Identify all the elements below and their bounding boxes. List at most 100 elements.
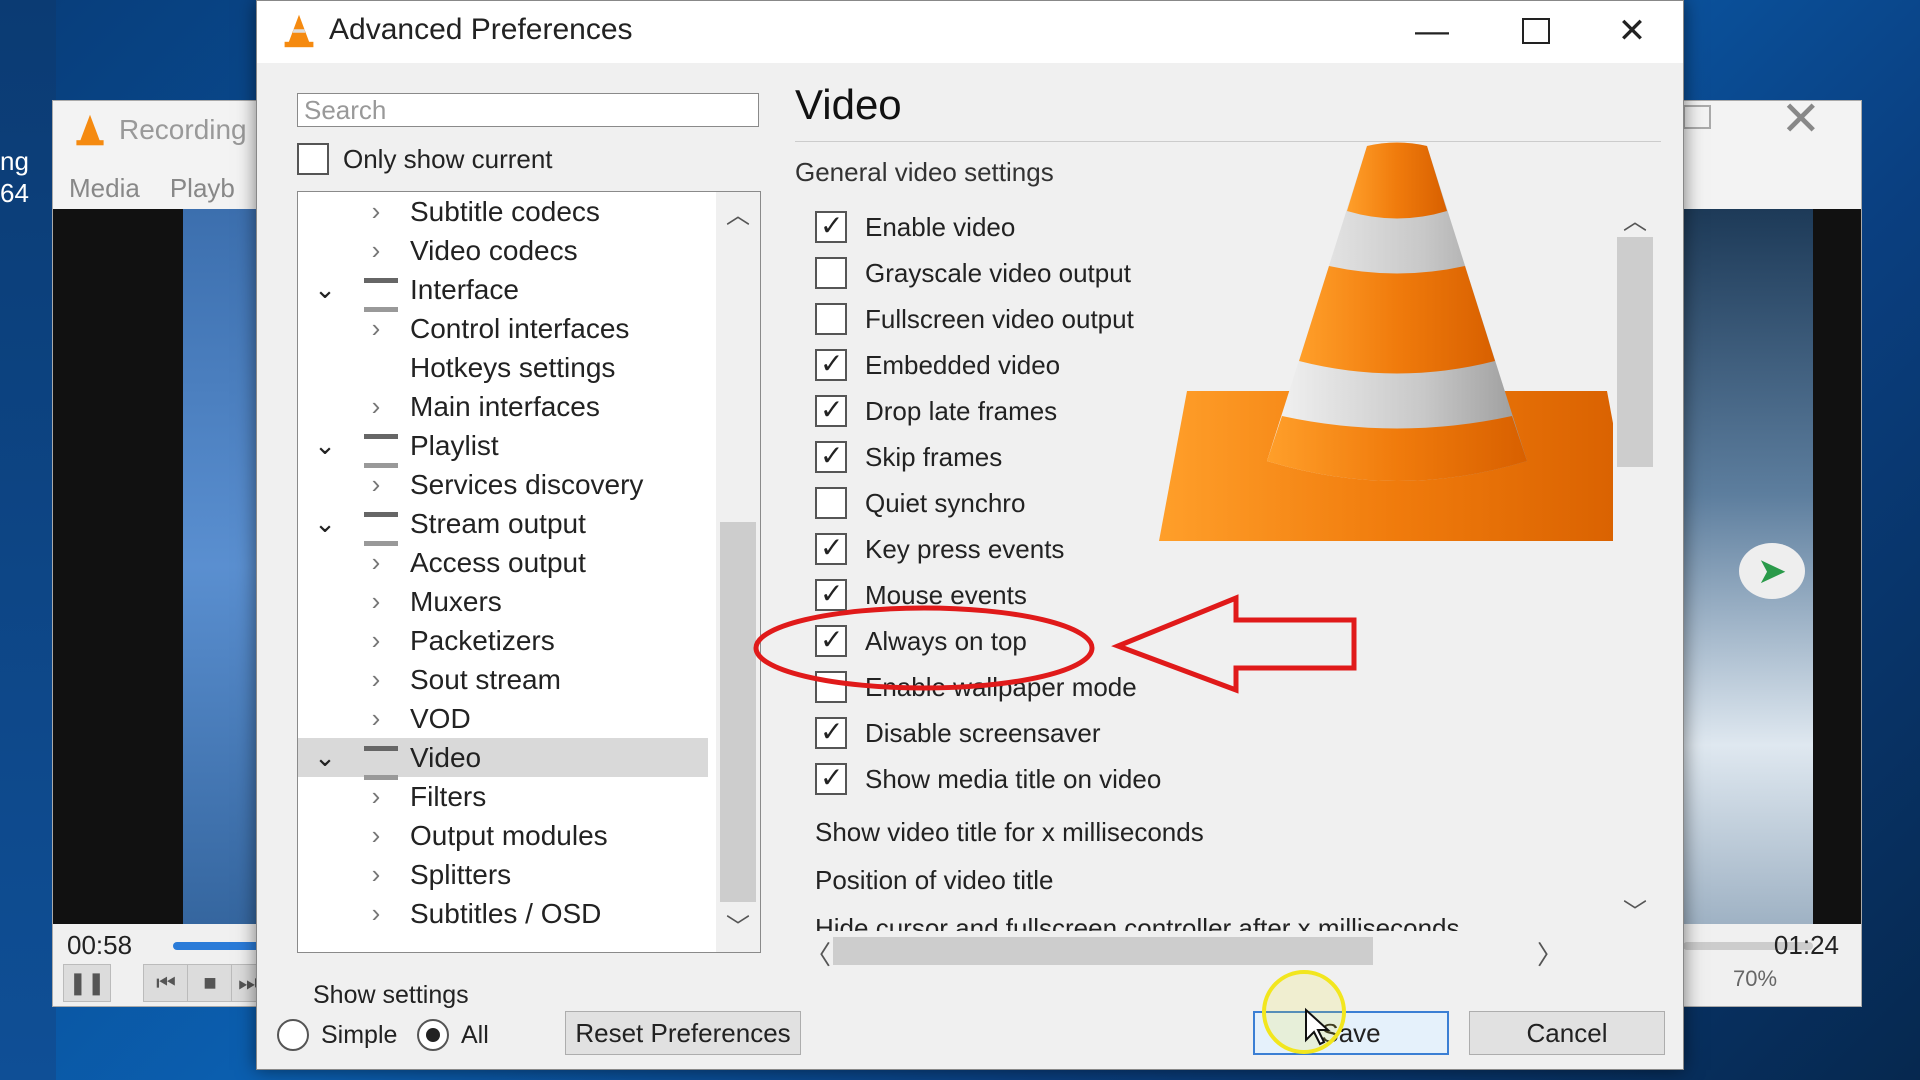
checkbox-box[interactable] [815, 623, 847, 657]
option-checkbox[interactable]: Quiet synchro [815, 487, 1025, 519]
player-volume[interactable]: 70% [1733, 966, 1777, 992]
horizontal-scrollbar-thumb[interactable] [833, 937, 1373, 965]
settings-vertical-scrollbar[interactable]: ︿ ﹀ [1613, 197, 1657, 931]
option-checkbox[interactable]: Mouse events [815, 577, 1027, 611]
chevron-right-icon[interactable]: › [364, 465, 388, 504]
tree-item[interactable]: › VOD [298, 699, 708, 738]
settings-horizontal-scrollbar[interactable]: 〈 〉 [795, 931, 1613, 971]
tree-item[interactable]: › Output modules [298, 816, 708, 855]
chevron-right-icon[interactable]: › [364, 621, 388, 660]
tree-item[interactable]: › Subtitle codecs [298, 192, 708, 231]
search-input[interactable]: Search [297, 93, 759, 127]
save-button[interactable]: Save [1253, 1011, 1449, 1055]
stop-icon[interactable]: ■ [187, 964, 233, 1002]
chevron-right-icon[interactable]: › [364, 543, 388, 582]
close-icon[interactable]: ✕ [1597, 5, 1667, 57]
player-maximize-icon[interactable] [1683, 105, 1711, 129]
chevron-down-icon[interactable]: ⌄ [310, 504, 340, 543]
checkbox-box[interactable] [815, 761, 847, 795]
maximize-icon[interactable] [1501, 5, 1571, 57]
desktop-edge-text-2: 64 [0, 178, 29, 208]
checkbox-box[interactable] [297, 143, 329, 175]
chevron-right-icon[interactable]: › [364, 582, 388, 621]
player-menu-playback[interactable]: Playb [170, 173, 235, 204]
tree-item[interactable]: › Main interfaces [298, 387, 708, 426]
tree-item[interactable]: › Muxers [298, 582, 708, 621]
tree-item[interactable]: › Video codecs [298, 231, 708, 270]
cancel-button[interactable]: Cancel [1469, 1011, 1665, 1055]
tree-item[interactable]: ⌄ Video [298, 738, 708, 780]
chevron-right-icon[interactable]: › [364, 309, 388, 348]
tree-scrollbar-thumb[interactable] [720, 522, 756, 902]
option-checkbox[interactable]: Skip frames [815, 439, 1002, 473]
option-checkbox[interactable]: Grayscale video output [815, 257, 1131, 289]
tree-item[interactable]: › Packetizers [298, 621, 708, 660]
tree-item[interactable]: › Filters [298, 777, 708, 816]
tree-item[interactable]: ⌄ Interface [298, 270, 708, 312]
checkbox-box[interactable] [815, 393, 847, 427]
chevron-right-icon[interactable]: › [364, 660, 388, 699]
checkbox-box[interactable] [815, 303, 847, 335]
option-checkbox[interactable]: Enable wallpaper mode [815, 671, 1137, 703]
chevron-right-icon[interactable]: › [364, 855, 388, 894]
checkbox-box[interactable] [815, 487, 847, 519]
chevron-right-icon[interactable]: › [364, 699, 388, 738]
radio-simple-button[interactable] [277, 1019, 309, 1051]
radio-all-button[interactable] [417, 1019, 449, 1051]
checkbox-box[interactable] [815, 715, 847, 749]
checkbox-box[interactable] [815, 439, 847, 473]
chevron-right-icon[interactable]: › [364, 894, 388, 933]
option-checkbox[interactable]: Drop late frames [815, 393, 1057, 427]
chevron-right-icon[interactable]: › [364, 387, 388, 426]
checkbox-box[interactable] [815, 209, 847, 243]
radio-simple[interactable]: Simple [277, 1019, 397, 1051]
player-menu-media[interactable]: Media [69, 173, 140, 204]
checkbox-box[interactable] [815, 257, 847, 289]
chevron-right-icon[interactable]: › [364, 231, 388, 270]
option-checkbox[interactable]: Key press events [815, 531, 1064, 565]
option-checkbox[interactable]: Disable screensaver [815, 715, 1101, 749]
tree-scrollbar[interactable]: ︿ ﹀ [716, 192, 760, 952]
tree-item[interactable]: › Splitters [298, 855, 708, 894]
checkbox-box[interactable] [815, 531, 847, 565]
settings-scrollbar-thumb[interactable] [1617, 237, 1653, 467]
scroll-right-icon[interactable]: 〉 [1537, 935, 1563, 972]
scroll-up-icon[interactable]: ︿ [1613, 201, 1657, 236]
reset-preferences-button[interactable]: Reset Preferences [565, 1011, 801, 1055]
option-checkbox[interactable]: Embedded video [815, 347, 1060, 381]
option-checkbox[interactable]: Enable video [815, 209, 1015, 243]
chevron-right-icon[interactable]: › [364, 777, 388, 816]
player-close-icon[interactable]: ✕ [1781, 91, 1821, 147]
scroll-up-icon[interactable]: ︿ [716, 196, 760, 236]
option-checkbox[interactable]: Show media title on video [815, 761, 1161, 795]
checkbox-box[interactable] [815, 347, 847, 381]
minimize-icon[interactable]: — [1397, 5, 1467, 57]
pause-icon[interactable]: ❚❚ [63, 964, 111, 1002]
checkbox-box[interactable] [815, 577, 847, 611]
checkbox-box[interactable] [815, 671, 847, 703]
previous-icon[interactable]: ⏮ [143, 964, 189, 1002]
only-show-current-checkbox[interactable]: Only show current [297, 143, 553, 175]
scroll-left-icon[interactable]: 〈 [805, 935, 831, 972]
chevron-down-icon[interactable]: ⌄ [310, 426, 340, 465]
player-seek-bar[interactable] [173, 942, 263, 950]
tree-item[interactable]: ⌄ Playlist [298, 426, 708, 468]
chevron-down-icon[interactable]: ⌄ [310, 738, 340, 777]
chevron-down-icon[interactable]: ⌄ [310, 270, 340, 309]
scroll-down-icon[interactable]: ﹀ [716, 908, 760, 948]
chevron-right-icon[interactable]: › [364, 192, 388, 231]
tree-item[interactable]: › Control interfaces [298, 309, 708, 348]
chevron-right-icon[interactable]: › [364, 816, 388, 855]
tree-item[interactable]: › Subtitles / OSD [298, 894, 708, 933]
tree-item[interactable]: › Sout stream [298, 660, 708, 699]
tree-item[interactable]: › Services discovery [298, 465, 708, 504]
option-checkbox[interactable]: Fullscreen video output [815, 303, 1134, 335]
option-checkbox[interactable]: Always on top [815, 623, 1027, 657]
section-title: General video settings [795, 157, 1054, 187]
tree-item[interactable]: › Access output [298, 543, 708, 582]
tree-item[interactable]: ⌄ Stream output [298, 504, 708, 546]
back-arrow-icon[interactable]: ➤ [1739, 543, 1805, 599]
scroll-down-icon[interactable]: ﹀ [1613, 892, 1657, 927]
tree-item[interactable]: Hotkeys settings [298, 348, 708, 387]
radio-all[interactable]: All [417, 1019, 489, 1051]
